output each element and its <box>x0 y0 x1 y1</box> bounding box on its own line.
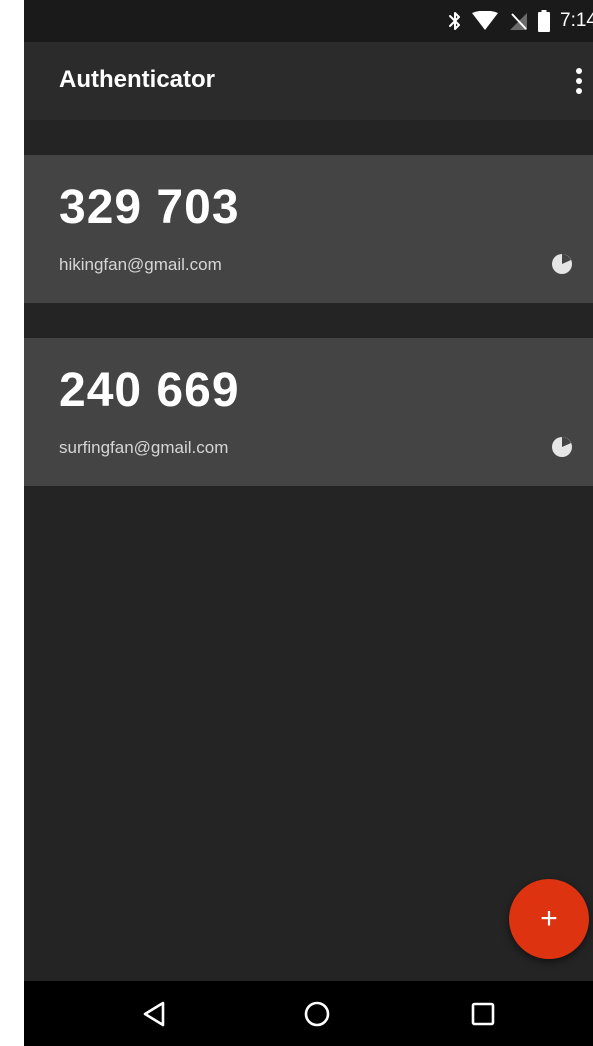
battery-icon <box>538 10 551 32</box>
no-sim-icon <box>510 13 528 30</box>
verification-code: 240 669 <box>59 364 240 417</box>
recents-icon <box>471 1002 495 1026</box>
status-bar: 7:14 <box>24 0 593 42</box>
account-email: hikingfan@gmail.com <box>59 255 222 274</box>
status-icons: 7:14 <box>448 0 593 42</box>
add-icon: + <box>540 902 558 935</box>
recents-button[interactable] <box>466 997 500 1031</box>
menu-dot <box>576 88 582 94</box>
countdown-timer-icon <box>552 254 572 274</box>
home-button[interactable] <box>300 997 334 1031</box>
countdown-timer-icon <box>552 437 572 457</box>
more-vert-icon[interactable] <box>560 64 593 98</box>
account-card[interactable]: 240 669 surfingfan@gmail.com <box>24 338 593 486</box>
add-account-button[interactable]: + <box>509 879 589 959</box>
app-title: Authenticator <box>59 66 215 93</box>
menu-dot <box>576 68 582 74</box>
back-icon <box>143 1001 165 1027</box>
home-icon <box>304 1001 330 1027</box>
bluetooth-icon <box>449 12 461 30</box>
status-time: 7:14 <box>560 10 593 31</box>
account-card[interactable]: 329 703 hikingfan@gmail.com <box>24 155 593 303</box>
wifi-icon <box>472 11 499 30</box>
verification-code: 329 703 <box>59 181 240 234</box>
back-button[interactable] <box>137 997 171 1031</box>
menu-dot <box>576 78 582 84</box>
phone-screen: 7:14 Authenticator 329 703 hikingfan@gma… <box>24 0 593 1046</box>
navigation-bar <box>24 981 593 1046</box>
app-bar: Authenticator <box>24 42 593 120</box>
account-email: surfingfan@gmail.com <box>59 438 229 457</box>
